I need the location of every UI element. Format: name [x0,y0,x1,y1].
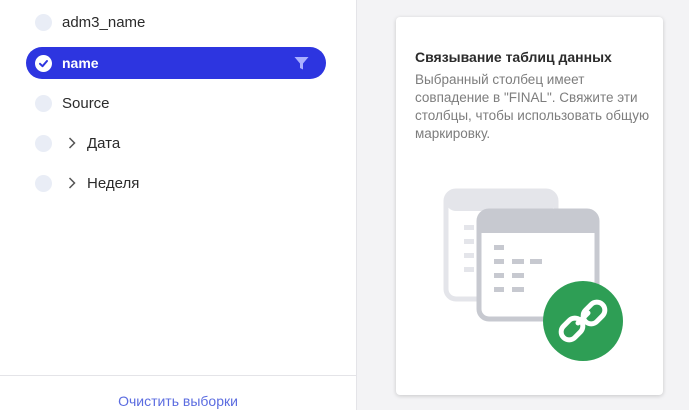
unselected-dot-icon [35,13,52,31]
field-item-source[interactable]: Source [26,87,326,119]
unselected-dot-icon [35,134,52,152]
field-item-name[interactable]: name [26,47,326,79]
unselected-dot-icon [35,174,52,192]
footer-divider [0,375,356,376]
table-link-illustration [443,188,623,361]
field-item-data[interactable]: Дата [26,127,326,159]
field-item-label: Неделя [87,174,140,192]
field-item-label: adm3_name [62,13,146,31]
chevron-right-icon[interactable] [65,136,79,150]
field-item-label: Дата [87,134,121,152]
unselected-dot-icon [35,94,52,112]
field-list-panel: adm3_name name Source Дата Неделя Очисти… [0,0,357,410]
info-card: Связывание таблиц данных Выбранный столб… [396,17,663,395]
filter-icon[interactable] [294,56,309,76]
chevron-right-icon[interactable] [65,176,79,190]
field-item-label: Source [62,94,110,112]
field-item-week[interactable]: Неделя [26,167,326,199]
info-card-body: Выбранный столбец имеет совпадение в "FI… [415,72,650,141]
clear-selections-link[interactable]: Очистить выборки [0,393,356,409]
check-circle-icon [35,54,52,72]
field-item-adm3-name[interactable]: adm3_name [26,6,326,38]
field-item-label: name [62,55,99,71]
info-card-title: Связывание таблиц данных [415,49,612,65]
